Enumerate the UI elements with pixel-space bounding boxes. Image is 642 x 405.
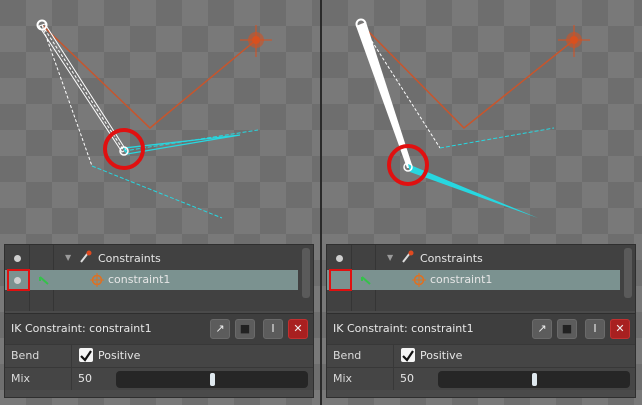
bone-key-icon [39, 276, 49, 285]
tree-view: ▼ Constraints constraint1 [327, 245, 635, 311]
pose-tool-icon: ↗ [215, 322, 225, 335]
tree-scrollbar[interactable] [302, 248, 310, 298]
tree-scrollbar[interactable] [624, 248, 632, 298]
tree-panel: ▼ Constraints constraint1 IK Constraint:… [326, 244, 636, 398]
tree-panel: ▼ Constraints constraint1 IK Constraint:… [4, 244, 314, 398]
constraint-title: IK Constraint: constraint1 [333, 322, 474, 335]
tree-view: ▼ Constraints constraint1 [5, 245, 313, 311]
bend-positive-label: Positive [420, 349, 463, 362]
ik-chain-line [41, 24, 257, 130]
check-icon [80, 350, 92, 362]
dot-icon[interactable] [14, 255, 21, 262]
crosshair-target-icon [412, 273, 426, 287]
rename-icon: I [271, 322, 275, 335]
mix-label: Mix [333, 372, 353, 385]
row-divider [71, 345, 72, 367]
row-divider [393, 345, 394, 367]
bend-positive-label: Positive [98, 349, 141, 362]
delete-icon: ✕ [293, 322, 303, 335]
delete-button[interactable]: ✕ [610, 319, 630, 339]
delete-icon: ✕ [615, 322, 625, 335]
bone-key-icon [361, 276, 371, 285]
constraint-header: IK Constraint: constraint1 ↗ ■ I ✕ [5, 313, 313, 344]
bend-positive-checkbox[interactable] [79, 348, 93, 362]
ik-chain-icon [402, 250, 414, 263]
mix-slider[interactable] [438, 371, 630, 388]
constraint1-label: constraint1 [430, 273, 493, 286]
bone-guide-line [91, 165, 223, 219]
pose-tool-button[interactable]: ↗ [532, 319, 552, 339]
tree-row-constraint1[interactable]: constraint1 [327, 270, 620, 290]
delete-button[interactable]: ✕ [288, 319, 308, 339]
pose-tool-button[interactable]: ↗ [210, 319, 230, 339]
row-divider [71, 368, 72, 390]
check-icon [402, 350, 414, 362]
bones-tool-icon: ■ [239, 322, 251, 335]
bones-tool-button[interactable]: ■ [235, 319, 255, 339]
ik-target-icon[interactable] [558, 25, 590, 57]
ik-chain-icon [80, 250, 92, 263]
highlight-box [329, 269, 352, 291]
pose-tool-icon: ↗ [537, 322, 547, 335]
highlight-box [7, 269, 30, 291]
rename-icon: I [593, 322, 597, 335]
viewport-right[interactable]: ▼ Constraints constraint1 IK Constraint:… [322, 0, 642, 405]
mix-value[interactable]: 50 [400, 372, 414, 385]
bend-positive-checkbox[interactable] [401, 348, 415, 362]
mix-row: Mix 50 [327, 367, 635, 390]
row-divider [393, 368, 394, 390]
constraints-label: Constraints [420, 252, 483, 265]
mix-value[interactable]: 50 [78, 372, 92, 385]
constraints-label: Constraints [98, 252, 161, 265]
bones-tool-button[interactable]: ■ [557, 319, 577, 339]
bone-guide-line [439, 127, 555, 149]
bend-label: Bend [11, 349, 40, 362]
constraint1-label: constraint1 [108, 273, 171, 286]
bones-tool-icon: ■ [561, 322, 573, 335]
mix-row: Mix 50 [5, 367, 313, 390]
constraint-header: IK Constraint: constraint1 ↗ ■ I ✕ [327, 313, 635, 344]
rename-button[interactable]: I [585, 319, 605, 339]
rename-button[interactable]: I [263, 319, 283, 339]
constraint-title: IK Constraint: constraint1 [11, 322, 152, 335]
expand-arrow-icon[interactable]: ▼ [65, 253, 71, 262]
mix-label: Mix [11, 372, 31, 385]
ik-target-icon[interactable] [240, 25, 272, 57]
mix-slider[interactable] [116, 371, 308, 388]
expand-arrow-icon[interactable]: ▼ [387, 253, 393, 262]
tree-row-constraint1[interactable]: constraint1 [5, 270, 298, 290]
mix-slider-knob[interactable] [532, 373, 537, 386]
crosshair-target-icon [90, 273, 104, 287]
dot-icon[interactable] [336, 255, 343, 262]
bend-label: Bend [333, 349, 362, 362]
bend-row: Bend Positive [5, 344, 313, 367]
viewport-left[interactable]: ▼ Constraints constraint1 IK Constraint:… [0, 0, 320, 405]
mix-slider-knob[interactable] [210, 373, 215, 386]
bend-row: Bend Positive [327, 344, 635, 367]
